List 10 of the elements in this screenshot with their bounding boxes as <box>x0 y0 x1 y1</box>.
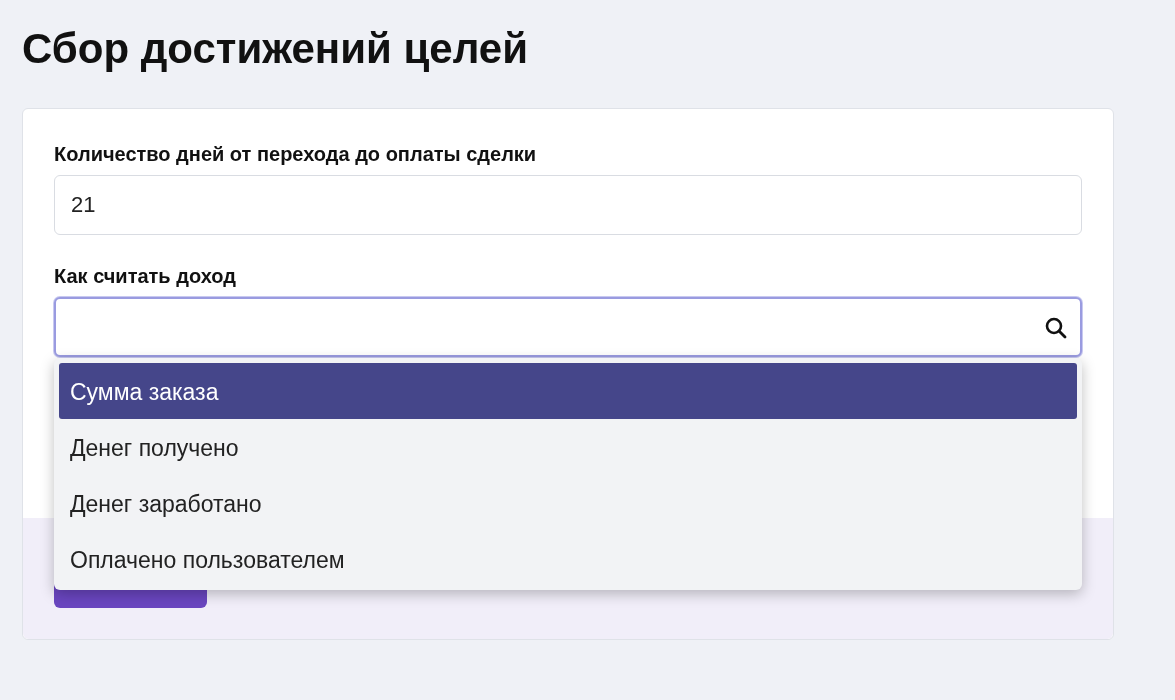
dropdown-option[interactable]: Оплачено пользователем <box>59 531 1077 587</box>
page-title: Сбор достижений целей <box>22 24 529 74</box>
field-label: Как считать доход <box>54 265 237 288</box>
dropdown-option[interactable]: Денег заработано <box>59 475 1077 531</box>
search-select-field[interactable] <box>54 297 1082 357</box>
field-label: Количество дней от перехода до оплаты сделки <box>54 143 538 166</box>
dropdown-option[interactable]: Сумма заказа <box>59 363 1077 419</box>
dropdown-option[interactable]: Денег получено <box>59 419 1077 475</box>
input-field[interactable]: 21 <box>54 175 1082 235</box>
search-icon <box>1044 316 1068 340</box>
